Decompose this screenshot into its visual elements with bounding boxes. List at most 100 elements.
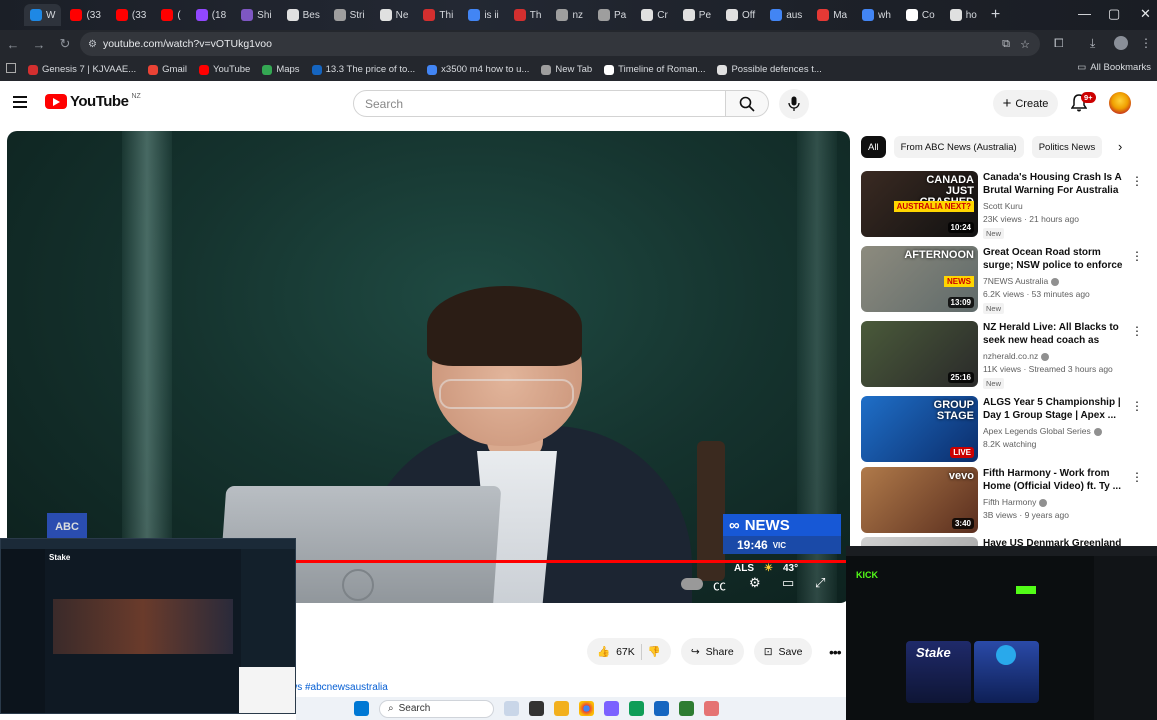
back-icon[interactable]: ← (0, 37, 26, 52)
bookmark-item[interactable]: Genesis 7 | KJVAAE... (28, 64, 136, 75)
chevron-right-icon[interactable]: › (1118, 139, 1122, 154)
install-icon[interactable]: ⧉ (1002, 38, 1010, 51)
browser-tab[interactable]: Ne (374, 4, 415, 26)
browser-tab[interactable]: wh (856, 4, 897, 26)
account-avatar[interactable] (1109, 92, 1131, 114)
more-options-icon[interactable]: ⋮ (1131, 399, 1143, 413)
recommended-video[interactable]: 25:16 NZ Herald Live: All Blacks to seek … (861, 321, 1146, 389)
autoplay-toggle[interactable] (681, 578, 703, 590)
youtube-logo[interactable]: YouTube NZ (45, 93, 141, 110)
browser-tab[interactable]: (18 (190, 4, 232, 26)
browser-tab[interactable]: Pa (592, 4, 632, 26)
chip-abc-news[interactable]: From ABC News (Australia) (893, 136, 1024, 158)
recommended-video[interactable]: GROUP STAGE LIVE ALGS Year 5 Championship … (861, 396, 1146, 464)
edge-icon[interactable] (629, 701, 644, 716)
widgets-icon[interactable] (504, 701, 519, 716)
more-options-icon[interactable]: ⋮ (1131, 470, 1143, 484)
like-count[interactable]: 67K (616, 646, 635, 658)
recommended-video[interactable]: CANADA JUST CRASHEDAUSTRALIA NEXT?10:24C… (861, 171, 1146, 239)
channel-name[interactable]: 7NEWS Australia (983, 276, 1060, 286)
browser-tab[interactable]: Off (720, 4, 761, 26)
minimize-icon[interactable]: — (1078, 6, 1091, 21)
more-options-icon[interactable]: ⋮ (1131, 249, 1143, 263)
video-thumbnail[interactable]: 25:16 (861, 321, 978, 387)
like-icon[interactable]: 👍 (597, 645, 610, 658)
profile-icon[interactable] (1114, 36, 1128, 50)
file-explorer-icon[interactable] (554, 701, 569, 716)
description-hashtags[interactable]: ws #abcnewsaustralia (290, 682, 388, 693)
search-button[interactable] (726, 90, 769, 117)
video-title[interactable]: Fifth Harmony - Work from Home (Official… (983, 467, 1128, 493)
dislike-icon[interactable]: 👎 (648, 645, 661, 658)
browser-tab[interactable]: ho (944, 4, 983, 26)
fullscreen-icon[interactable]: ⤢ (815, 575, 825, 591)
theater-mode-icon[interactable]: ▭ (782, 575, 794, 591)
maximize-icon[interactable]: ▢ (1108, 6, 1120, 22)
video-player[interactable]: ABC ∞ NEWS 19:46 VIC ALS ☀ 43° ㏄ ⚙ ▭ ⤢ (7, 131, 850, 603)
menu-icon[interactable] (13, 96, 27, 108)
reload-icon[interactable]: ↻ (52, 36, 78, 52)
more-options-icon[interactable]: ⋮ (1131, 174, 1143, 188)
video-title[interactable]: ALGS Year 5 Championship | Day 1 Group S… (983, 396, 1128, 422)
video-title[interactable]: NZ Herald Live: All Blacks to seek new h… (983, 321, 1128, 348)
app-icon[interactable] (704, 701, 719, 716)
video-title[interactable]: Canada's Housing Crash Is A Brutal Warni… (983, 171, 1128, 198)
recommended-video[interactable]: vevo 3:40 Fifth Harmony - Work from Home (… (861, 467, 1146, 535)
captions-icon[interactable]: ㏄ (713, 575, 726, 594)
bookmark-item[interactable]: Possible defences t... (717, 64, 822, 75)
channel-name[interactable]: Scott Kuru (983, 201, 1023, 211)
site-info-icon[interactable]: ⚙ (88, 39, 97, 50)
chrome-icon[interactable] (579, 701, 594, 716)
browser-tab[interactable]: Th (508, 4, 548, 26)
browser-tab[interactable]: aus (764, 4, 808, 26)
forward-icon[interactable]: → (26, 37, 52, 52)
browser-tab[interactable]: (33 (110, 4, 152, 26)
more-options-icon[interactable]: ⋮ (1131, 324, 1143, 338)
bookmark-item[interactable]: 13.3 The price of to... (311, 64, 415, 75)
browser-tab[interactable]: is ii (462, 4, 504, 26)
channel-name[interactable]: Fifth Harmony (983, 497, 1048, 507)
bookmark-item[interactable]: Gmail (148, 64, 187, 75)
search-input[interactable]: Search (353, 90, 726, 117)
video-title[interactable]: Great Ocean Road storm surge; NSW police… (983, 246, 1128, 273)
chip-politics-news[interactable]: Politics News (1031, 136, 1103, 158)
bookmark-item[interactable]: Timeline of Roman... (604, 64, 705, 75)
taskbar-search[interactable]: ⌕ Search (379, 699, 494, 718)
voice-search-button[interactable] (779, 89, 809, 119)
browser-tab[interactable]: Pe (677, 4, 717, 26)
video-thumbnail[interactable]: GROUP STAGE LIVE (861, 396, 978, 462)
settings-icon[interactable]: ⚙ (749, 575, 761, 591)
recommended-video[interactable]: AFTERNOON NEWS 13:09 Great Ocean Road storm… (861, 246, 1146, 314)
task-view-icon[interactable] (529, 701, 544, 716)
browser-tab[interactable]: Shi (235, 4, 277, 26)
chip-all[interactable]: All (861, 136, 886, 158)
browser-tab[interactable]: Cr (635, 4, 674, 26)
browser-tab[interactable]: W (24, 4, 62, 26)
browser-tab[interactable]: Thi (417, 4, 459, 26)
browser-tab[interactable]: Co (900, 4, 941, 26)
channel-name[interactable]: nzherald.co.nz (983, 351, 1050, 361)
bookmark-item[interactable]: YouTube (198, 64, 250, 75)
create-button[interactable]: + Create (993, 90, 1058, 117)
bookmark-item[interactable]: Maps (262, 64, 300, 75)
browser-tab[interactable]: Ma (811, 4, 853, 26)
save-button[interactable]: ⊡ Save (753, 638, 813, 665)
browser-tab[interactable]: nz (550, 4, 589, 26)
browser-menu-icon[interactable]: ⋮ (1140, 36, 1152, 50)
address-bar[interactable]: ⚙ youtube.com/watch?v=vOTUkg1voo ⧉ ☆ (80, 32, 1040, 56)
video-thumbnail[interactable]: CANADA JUST CRASHEDAUSTRALIA NEXT?10:24 (861, 171, 978, 237)
video-thumbnail[interactable]: vevo 3:40 (861, 467, 978, 533)
browser-tab[interactable]: ( (155, 4, 186, 26)
extensions-icon[interactable]: ⧠ (1054, 36, 1064, 51)
video-thumbnail[interactable]: AFTERNOON NEWS 13:09 (861, 246, 978, 312)
more-actions-icon[interactable]: ••• (829, 644, 842, 660)
channel-name[interactable]: Apex Legends Global Series (983, 426, 1102, 436)
apps-icon[interactable] (6, 63, 16, 73)
app-icon[interactable] (654, 701, 669, 716)
downloads-icon[interactable]: ⤓ (1090, 36, 1095, 51)
app-icon[interactable] (679, 701, 694, 716)
bookmark-item[interactable]: x3500 m4 how to u... (427, 64, 529, 75)
windows-start-icon[interactable] (354, 701, 369, 716)
browser-tab[interactable]: Bes (281, 4, 325, 26)
bookmark-item[interactable]: New Tab (541, 64, 592, 75)
